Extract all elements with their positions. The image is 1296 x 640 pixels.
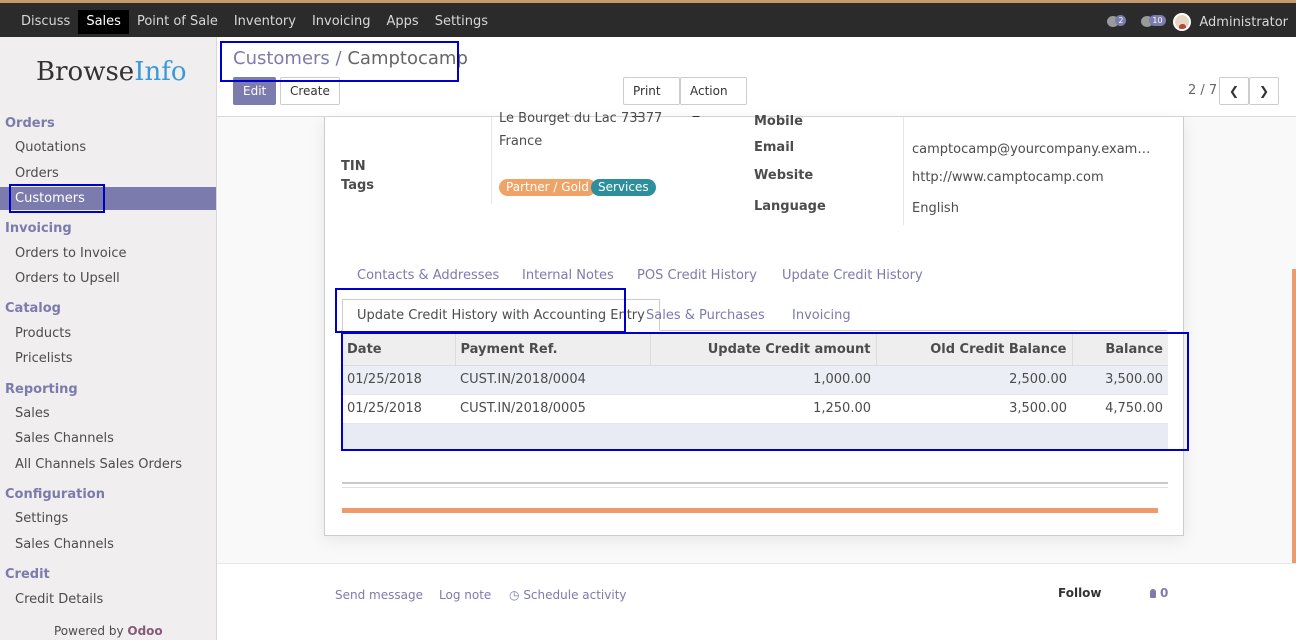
company-logo: BrowseInfo [36,57,187,87]
website-label: Website [754,168,814,183]
section-invoicing: Invoicing [5,221,72,236]
email-label: Email [754,140,795,155]
clock-icon: ◷ [509,588,520,602]
user-icon [1150,589,1156,598]
menu-discuss[interactable]: Discuss [13,10,78,34]
sidebar-item-credit-details[interactable]: Credit Details [0,588,216,611]
language-label: Language [754,199,826,214]
highlight-accounting-tab [335,288,626,333]
tags-label: Tags [341,178,375,193]
user-menu[interactable]: Administrator [1199,15,1288,30]
top-navbar: Discuss Sales Point of Sale Inventory In… [0,0,1296,37]
accent-separator [342,508,1158,513]
section-catalog: Catalog [5,301,61,316]
mobile-label: Mobile [754,114,803,129]
email-field[interactable]: camptocamp@yourcompany.exam… [912,142,1150,157]
menu-sales[interactable]: Sales [78,10,129,34]
tab-internal-notes[interactable]: Internal Notes [522,268,614,283]
section-credit: Credit [5,567,50,582]
tab-update-credit-history[interactable]: Update Credit History [782,268,923,283]
sidebar-item-orders-to-upsell[interactable]: Orders to Upsell [0,267,216,290]
activity-icon[interactable]: 2 [1105,12,1131,32]
messages-icon[interactable]: 10 [1139,12,1166,32]
section-separator [342,482,1168,488]
menu-apps[interactable]: Apps [379,10,427,34]
pager-value[interactable]: 2 / 7 [1188,83,1217,98]
menu-settings[interactable]: Settings [427,10,496,34]
sidebar-item-report-sales[interactable]: Sales [0,402,216,425]
print-dropdown[interactable]: Print [623,77,680,120]
sidebar-item-config-sales-channels[interactable]: Sales Channels [0,533,216,556]
tag-services[interactable]: Services [591,179,656,196]
sidebar-item-quotations[interactable]: Quotations [0,136,216,159]
sidebar-item-pricelists[interactable]: Pricelists [0,347,216,370]
activity-count: 2 [1115,15,1127,26]
follow-button[interactable]: Follow [1058,586,1102,600]
message-count: 10 [1149,15,1166,26]
pager-next-button[interactable]: ❯ [1249,77,1279,105]
section-reporting: Reporting [5,382,78,397]
field-divider [903,117,904,225]
scroll-indicator [1292,269,1296,563]
section-orders: Orders [5,116,55,131]
menu-inventory[interactable]: Inventory [226,10,304,34]
menu-point-of-sale[interactable]: Point of Sale [129,10,226,34]
tab-sales-purchases[interactable]: Sales & Purchases [646,308,765,323]
sidebar-item-settings[interactable]: Settings [0,507,216,530]
send-message-button[interactable]: Send message [335,588,423,602]
user-avatar[interactable] [1173,13,1192,31]
chevron-left-icon: ❮ [1228,84,1240,98]
pager-previous-button[interactable]: ❮ [1219,77,1249,105]
sidebar-item-orders-to-invoice[interactable]: Orders to Invoice [0,242,216,265]
tab-invoicing[interactable]: Invoicing [792,308,851,323]
website-field[interactable]: http://www.camptocamp.com [912,170,1104,185]
sidebar-item-products[interactable]: Products [0,322,216,345]
language-field: English [912,201,959,216]
app-menu: Discuss Sales Point of Sale Inventory In… [13,10,496,34]
sidebar-item-report-sales-channels[interactable]: Sales Channels [0,427,216,450]
sidebar: BrowseInfo Orders Quotations Orders Cust… [0,37,217,640]
section-configuration: Configuration [5,487,105,502]
chevron-right-icon: ❯ [1258,84,1270,98]
menu-invoicing[interactable]: Invoicing [304,10,379,34]
sidebar-item-all-channels-sales-orders[interactable]: All Channels Sales Orders [0,453,216,476]
address-country: France [499,134,543,149]
address-line: Le Bourget du Lac 73377 [499,111,663,126]
tag-partner-gold[interactable]: Partner / Gold [499,179,596,196]
chatter: Send message Log note ◷ Schedule activit… [217,563,1296,640]
followers-button[interactable]: 0 [1150,586,1168,600]
tab-contacts-addresses[interactable]: Contacts & Addresses [357,268,499,283]
highlight-credit-table [341,332,1189,451]
powered-by: Powered by Odoo [54,624,163,638]
highlight-breadcrumb [220,41,459,82]
tab-pos-credit-history[interactable]: POS Credit History [637,268,757,283]
highlight-customers [9,184,105,213]
action-dropdown[interactable]: Action [680,77,747,120]
schedule-activity-button[interactable]: ◷ Schedule activity [509,588,627,602]
log-note-button[interactable]: Log note [439,588,491,602]
odoo-link[interactable]: Odoo [127,624,162,638]
sidebar-item-orders[interactable]: Orders [0,162,216,185]
field-divider [491,117,492,204]
tin-label: TIN [341,159,366,174]
